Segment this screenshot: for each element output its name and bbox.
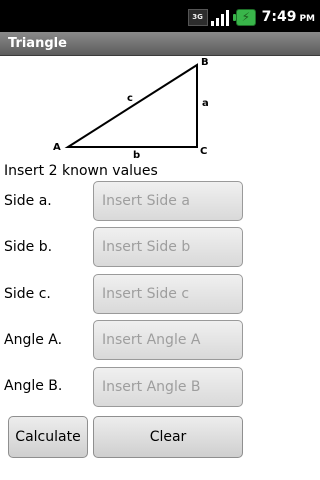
title-bar: Triangle [0,32,320,56]
angle-b-input[interactable] [93,367,243,407]
status-bar: 3G ⚡ 7:49 PM [0,0,320,32]
battery-charging-icon: ⚡ [232,8,256,26]
signal-icon [210,9,230,26]
side-c-input[interactable] [93,274,243,314]
angle-b-field-label: Angle B. [4,378,63,394]
calculate-button[interactable]: Calculate [8,416,88,458]
instruction-text: Insert 2 known values [4,163,158,179]
vertex-a-label: A [53,142,61,153]
angle-a-field-label: Angle A. [4,332,63,348]
vertex-c-label: C [200,146,207,157]
side-a-label: a [202,98,209,109]
network-3g-icon: 3G [187,8,208,26]
angle-a-input[interactable] [93,320,243,360]
status-icons: 3G ⚡ 7:49 PM [187,8,315,26]
side-b-field-label: Side b. [4,239,53,255]
side-c-label: c [127,93,133,104]
side-a-input[interactable] [93,181,243,221]
side-b-input[interactable] [93,227,243,267]
side-b-label: b [133,150,140,161]
side-a-field-label: Side a. [4,193,52,209]
network-type-label: 3G [192,12,203,21]
clock: 7:49 [261,9,297,25]
triangle-shape [64,63,198,148]
app-title: Triangle [8,36,67,51]
side-c-field-label: Side c. [4,286,51,302]
clock-ampm: PM [299,13,315,24]
vertex-b-label: B [201,57,209,68]
clear-button[interactable]: Clear [93,416,243,458]
triangle-diagram: A B C a b c [53,57,209,161]
